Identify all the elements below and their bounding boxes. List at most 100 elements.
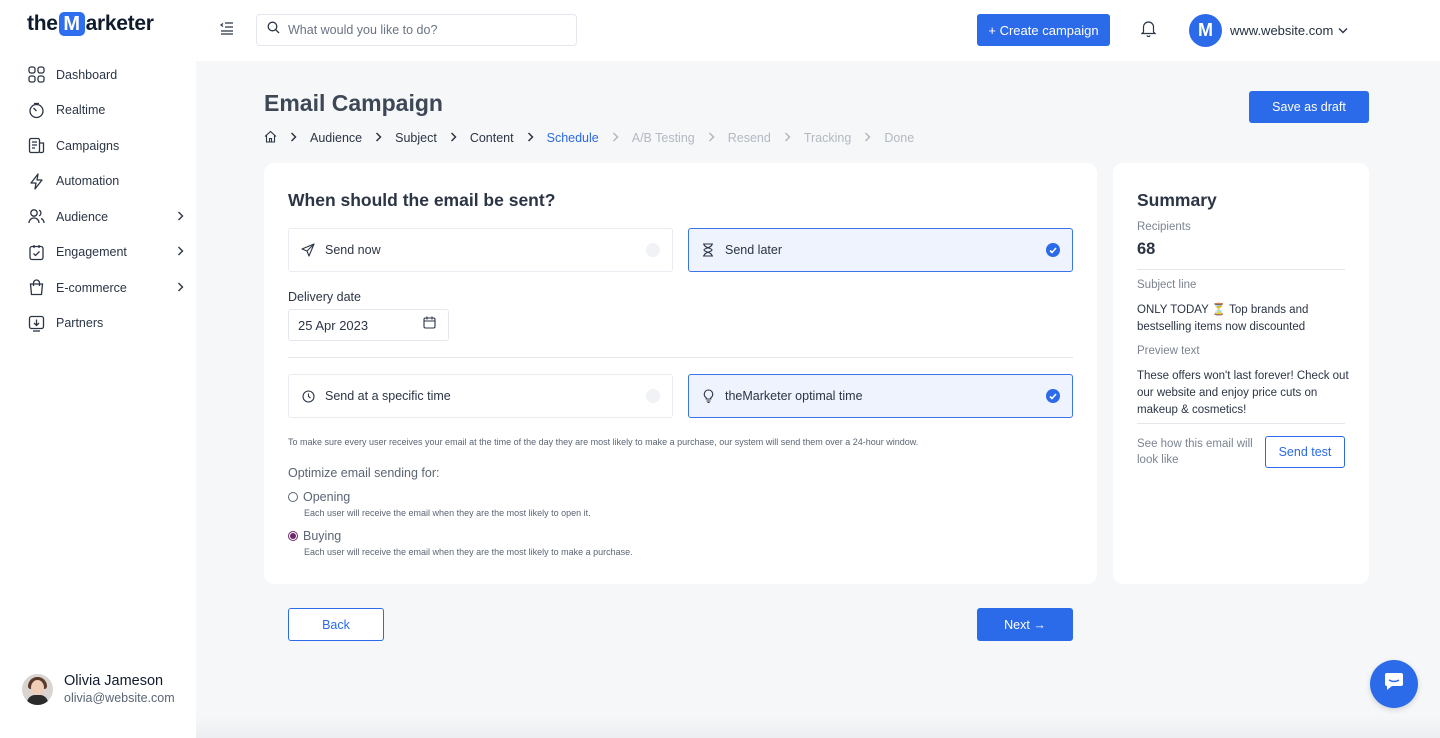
check-icon [1049,246,1057,254]
summary-divider [1137,423,1345,424]
summary-title: Summary [1137,190,1217,210]
sidebar-item-label: Campaigns [56,138,120,153]
breadcrumb-subject[interactable]: Subject [395,131,437,145]
home-icon[interactable] [264,130,277,146]
chevron-right-icon [708,131,715,145]
logo-prefix: the [27,12,58,35]
collapse-menu-icon[interactable] [220,21,234,35]
optimize-opening-radio[interactable]: Opening [288,490,350,504]
ecommerce-icon [27,279,45,297]
user-email: olivia@website.com [64,691,175,705]
recipients-count: 68 [1137,240,1156,258]
search-input[interactable] [288,23,558,37]
breadcrumb-content[interactable]: Content [470,131,514,145]
send-later-option[interactable]: Send later [688,228,1073,272]
check-icon [1049,392,1057,400]
avatar [22,673,53,705]
realtime-icon [27,101,45,119]
specific-time-radio[interactable] [646,389,660,403]
sidebar-item-engagement[interactable]: Engagement [0,235,196,271]
optimal-time-label: theMarketer optimal time [725,389,863,403]
user-profile[interactable]: Olivia Jameson olivia@website.com [22,673,175,705]
subject-line-text: ONLY TODAY ⏳ Top brands and bestselling … [1137,304,1309,333]
site-logo[interactable]: M [1189,14,1222,47]
optimize-title: Optimize email sending for: [288,466,440,480]
optimal-time-option[interactable]: theMarketer optimal time [688,374,1073,418]
notification-bell-icon[interactable] [1140,20,1157,42]
chevron-right-icon [290,131,297,145]
chevron-right-icon [177,281,184,295]
delivery-date-label: Delivery date [288,290,361,304]
lightbulb-icon [701,389,715,403]
chevron-right-icon [612,131,619,145]
send-now-label: Send now [325,243,381,257]
breadcrumb-tracking: Tracking [803,131,852,145]
calendar-icon[interactable] [423,316,436,334]
sidebar-item-realtime[interactable]: Realtime [0,93,196,129]
sidebar-item-label: Partners [56,316,104,331]
paper-plane-icon [301,243,315,257]
sidebar-item-label: Audience [56,209,109,224]
section-divider [288,357,1073,358]
send-test-button[interactable]: Send test [1265,436,1345,468]
buying-description: Each user will receive the email when th… [304,547,633,557]
subject-line-label: Subject line [1137,279,1197,291]
footer-shadow [196,716,1440,738]
sidebar-item-ecommerce[interactable]: E-commerce [0,270,196,306]
specific-time-option[interactable]: Send at a specific time [288,374,673,418]
send-later-label: Send later [725,243,782,257]
search-box [256,14,577,46]
sidebar-nav: Dashboard Realtime Campaigns Automation … [0,57,196,341]
radio-button-selected[interactable] [288,531,298,541]
chat-bubble-icon [1383,672,1405,697]
dashboard-icon [27,66,45,84]
create-campaign-button[interactable]: + Create campaign [977,14,1110,46]
breadcrumb-audience[interactable]: Audience [310,131,362,145]
delivery-date-value: 25 Apr 2023 [298,317,369,333]
topbar: + Create campaign M www.website.com [196,0,1440,61]
chevron-right-icon [177,210,184,224]
chevron-right-icon [864,131,871,145]
schedule-card: When should the email be sent? Send now … [264,163,1097,584]
chat-widget-button[interactable] [1370,660,1418,708]
engagement-icon [27,243,45,261]
send-later-radio[interactable] [1046,243,1060,257]
opening-label: Opening [303,490,351,504]
save-as-draft-button[interactable]: Save as draft [1249,91,1369,123]
summary-divider [1137,269,1345,270]
partners-icon [27,314,45,332]
brand-logo[interactable]: the M arketer [27,12,154,36]
chevron-down-icon [1338,25,1348,37]
sidebar-item-partners[interactable]: Partners [0,306,196,342]
breadcrumb-schedule[interactable]: Schedule [547,131,599,145]
next-button[interactable]: Next → [977,608,1073,641]
sidebar-item-dashboard[interactable]: Dashboard [0,57,196,93]
send-now-radio[interactable] [646,243,660,257]
logo-suffix: arketer [85,12,154,35]
delivery-date-field[interactable]: 25 Apr 2023 [288,309,449,341]
sidebar-item-audience[interactable]: Audience [0,199,196,235]
chevron-right-icon [177,245,184,259]
send-now-option[interactable]: Send now [288,228,673,272]
hourglass-icon [701,243,715,257]
chevron-right-icon [784,131,791,145]
chevron-right-icon [375,131,382,145]
breadcrumb-resend: Resend [727,131,771,145]
campaigns-icon [27,137,45,155]
summary-card: Summary Recipients 68 Subject line ONLY … [1113,163,1369,584]
clock-icon [301,389,315,403]
recipients-label: Recipients [1137,221,1191,233]
sidebar-item-label: Realtime [56,103,106,118]
sidebar-item-label: Engagement [56,245,127,260]
back-button[interactable]: Back [288,608,384,641]
radio-button[interactable] [288,492,298,502]
sidebar-item-automation[interactable]: Automation [0,164,196,200]
sidebar-item-label: E-commerce [56,280,127,295]
optimal-time-radio[interactable] [1046,389,1060,403]
optimal-time-note: To make sure every user receives your em… [288,437,919,447]
buying-label: Buying [303,529,342,543]
site-switcher[interactable]: www.website.com [1230,23,1348,38]
sidebar-item-campaigns[interactable]: Campaigns [0,128,196,164]
opening-description: Each user will receive the email when th… [304,508,591,518]
optimize-buying-radio[interactable]: Buying [288,529,341,543]
